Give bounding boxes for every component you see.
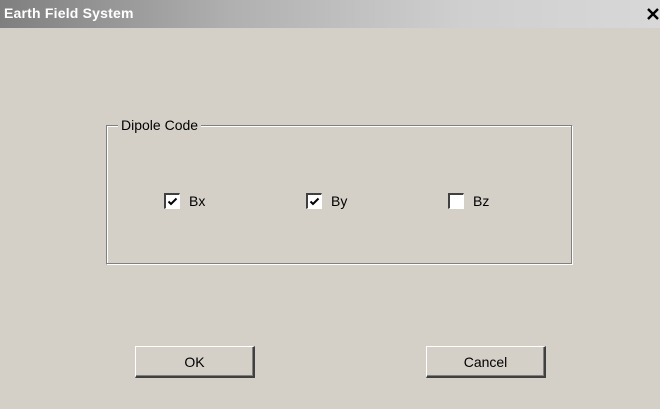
checkbox-by-box[interactable] xyxy=(306,193,322,209)
dialog-window: Earth Field System Dipole Code Bx By Bz … xyxy=(0,0,660,409)
close-icon[interactable] xyxy=(646,5,660,23)
window-title: Earth Field System xyxy=(4,5,134,21)
checkbox-bz-box[interactable] xyxy=(448,193,464,209)
checkbox-bx[interactable]: Bx xyxy=(164,191,205,211)
checkbox-bx-label: Bx xyxy=(189,193,206,209)
dipole-code-groupbox: Dipole Code Bx By Bz xyxy=(106,117,573,265)
checkbox-bz-label: Bz xyxy=(473,193,490,209)
checkbox-by-label: By xyxy=(331,193,348,209)
checkbox-bx-box[interactable] xyxy=(164,193,180,209)
checkbox-bz[interactable]: Bz xyxy=(448,191,489,211)
checkbox-by[interactable]: By xyxy=(306,191,347,211)
cancel-button[interactable]: Cancel xyxy=(426,346,546,378)
groupbox-label: Dipole Code xyxy=(118,117,202,133)
check-icon xyxy=(309,197,320,206)
dialog-client-area: Dipole Code Bx By Bz OK Cancel xyxy=(6,28,654,403)
ok-button[interactable]: OK xyxy=(135,346,255,378)
title-bar[interactable]: Earth Field System xyxy=(0,0,660,28)
check-icon xyxy=(167,197,178,206)
